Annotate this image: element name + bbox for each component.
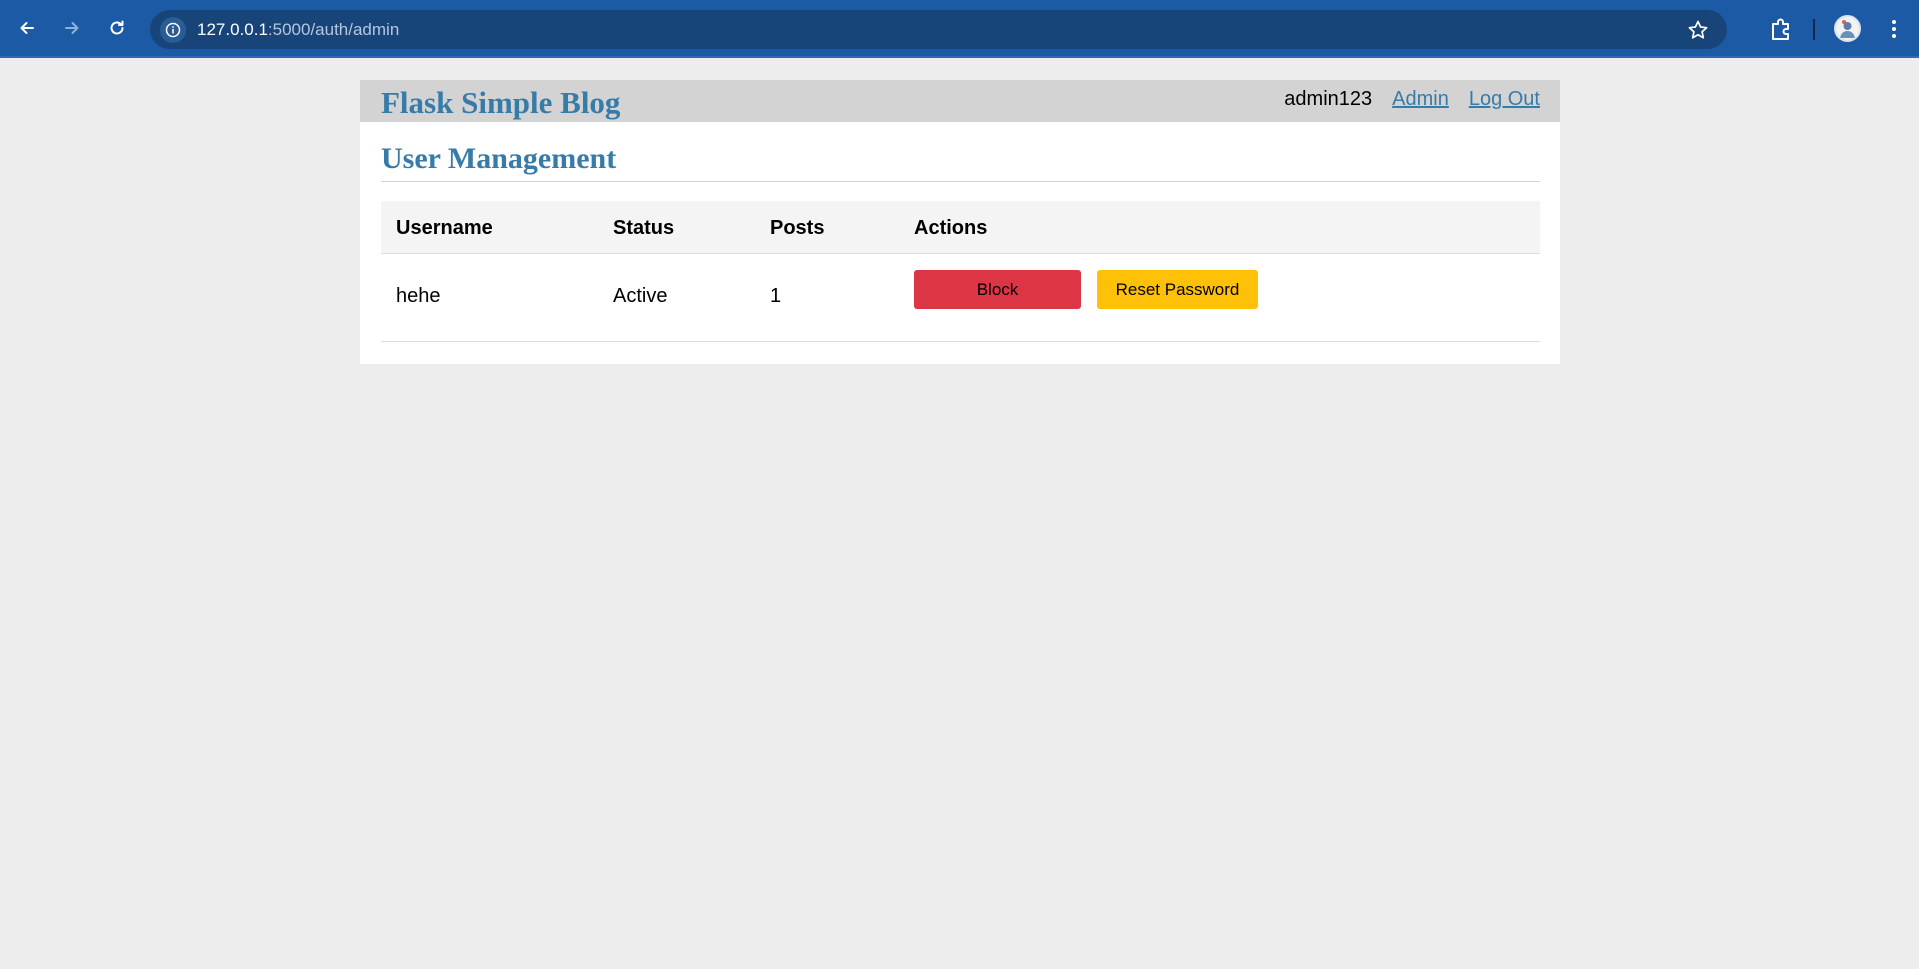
reload-button[interactable] (102, 13, 132, 43)
admin-link[interactable]: Admin (1392, 88, 1449, 111)
table-row: hehe Active 1 Block Reset Password (381, 254, 1540, 342)
url-text[interactable]: 127.0.0.1:5000/auth/admin (197, 20, 399, 40)
bookmark-star-icon[interactable] (1687, 19, 1709, 41)
column-header-posts: Posts (770, 217, 825, 239)
browser-toolbar: 127.0.0.1:5000/auth/admin (0, 0, 1919, 58)
forward-button[interactable] (57, 13, 87, 43)
reset-password-button[interactable]: Reset Password (1097, 270, 1258, 309)
heading-divider (381, 181, 1540, 182)
column-header-status: Status (613, 217, 675, 239)
toolbar-divider (1813, 19, 1815, 40)
forward-arrow-icon (65, 22, 79, 34)
cell-username: hehe (396, 285, 441, 307)
back-button[interactable] (12, 13, 42, 43)
users-table: Username Status Posts Actions hehe Activ… (381, 201, 1540, 342)
page-container: Flask Simple Blog admin123 Admin Log Out… (360, 80, 1560, 364)
extensions-puzzle-icon[interactable] (1768, 16, 1794, 42)
page-title: User Management (381, 142, 617, 175)
site-info-icon[interactable] (160, 17, 186, 43)
reload-icon (110, 20, 124, 35)
header-nav: admin123 Admin Log Out (1284, 88, 1540, 111)
url-host: 127.0.0.1 (197, 20, 268, 39)
row-actions: Block Reset Password (914, 270, 1258, 309)
column-header-username: Username (396, 217, 493, 239)
table-header-row: Username Status Posts Actions (381, 201, 1540, 254)
back-arrow-icon (20, 22, 34, 34)
site-header: Flask Simple Blog admin123 Admin Log Out (360, 80, 1560, 122)
cell-posts: 1 (770, 285, 782, 307)
profile-avatar[interactable] (1834, 15, 1861, 42)
current-username: admin123 (1284, 88, 1373, 110)
logout-link[interactable]: Log Out (1469, 88, 1540, 111)
url-path: :5000/auth/admin (267, 20, 400, 39)
block-user-button[interactable]: Block (914, 270, 1081, 309)
column-header-actions: Actions (914, 217, 988, 239)
address-bar[interactable]: 127.0.0.1:5000/auth/admin (150, 10, 1727, 49)
site-title-link[interactable]: Flask Simple Blog (381, 85, 620, 121)
cell-status: Active (613, 285, 668, 307)
kebab-menu-icon[interactable] (1883, 17, 1905, 41)
